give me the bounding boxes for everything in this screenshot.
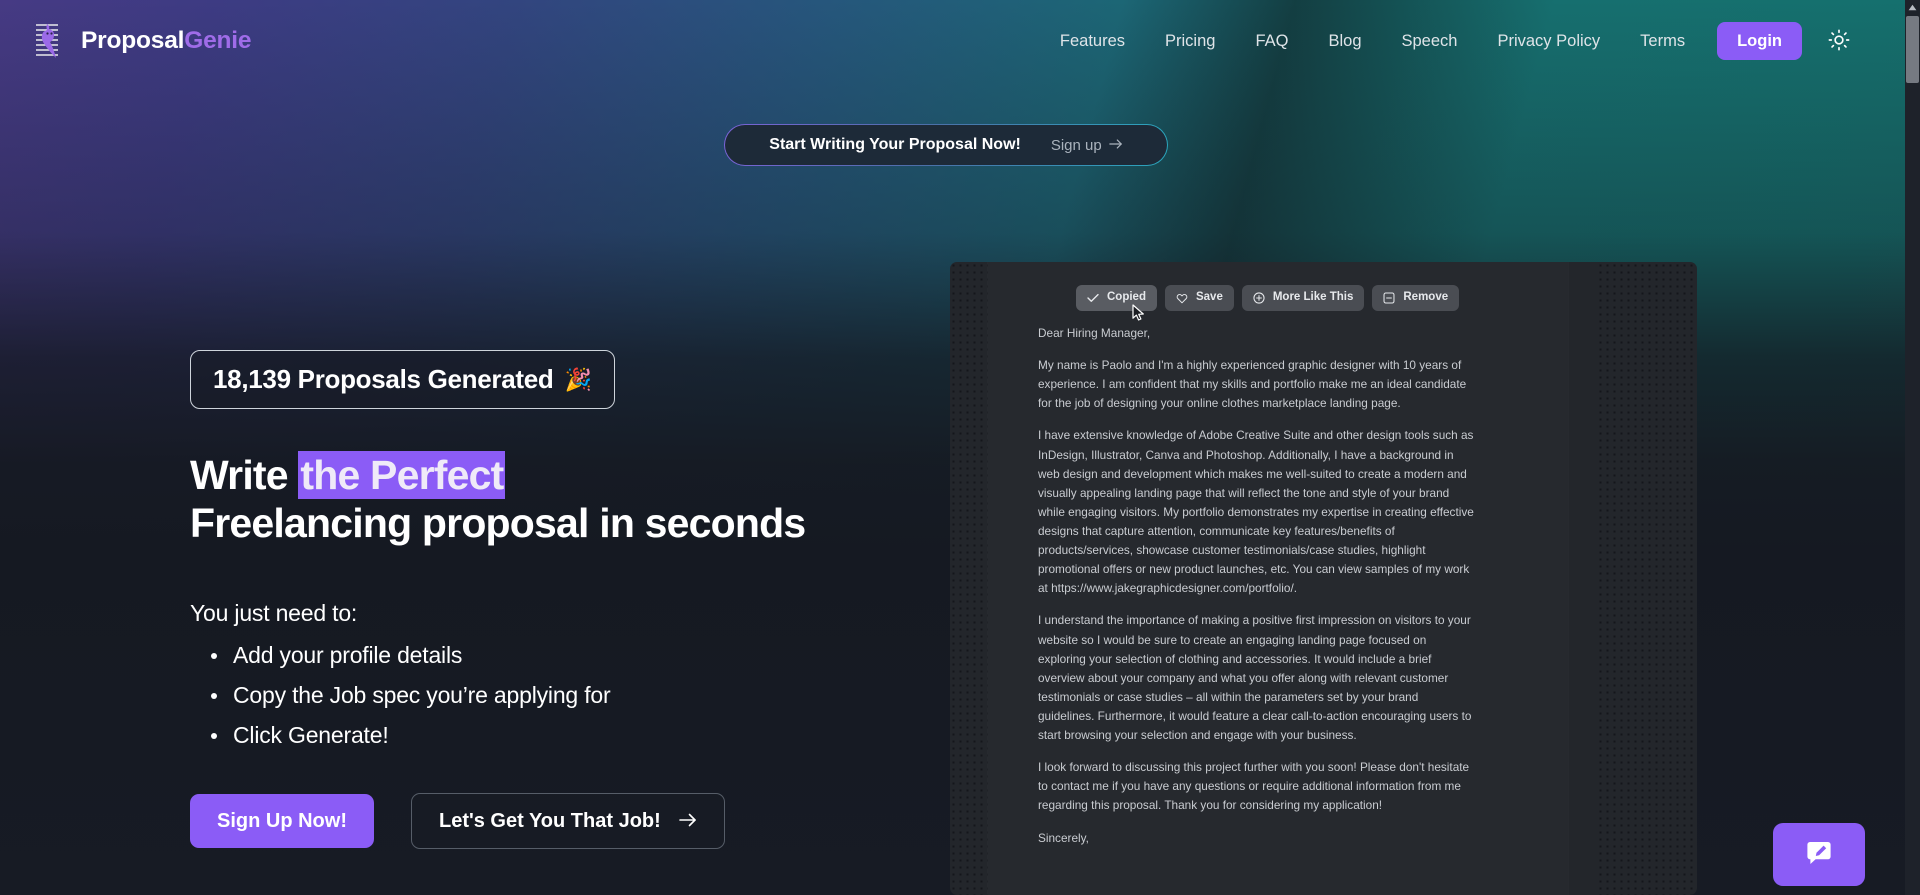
scrollbar-thumb[interactable] xyxy=(1906,16,1919,83)
get-you-that-job-label: Let's Get You That Job! xyxy=(438,809,661,832)
proposal-text-body: Dear Hiring Manager, My name is Paolo an… xyxy=(1038,324,1478,895)
sign-up-now-button[interactable]: Sign Up Now! xyxy=(190,793,374,848)
minus-square-icon xyxy=(1383,292,1395,304)
nav-link-privacy-policy[interactable]: Privacy Policy xyxy=(1477,25,1620,58)
announcement-banner[interactable]: Start Writing Your Proposal Now! Sign up xyxy=(724,124,1167,166)
proposal-paragraph: I have extensive knowledge of Adobe Crea… xyxy=(1038,428,1474,596)
nav-link-blog[interactable]: Blog xyxy=(1308,25,1381,58)
headline-plain: Write xyxy=(190,452,299,498)
party-popper-icon: 🎉 xyxy=(564,366,592,392)
chevron-up-icon[interactable] xyxy=(1905,0,1920,15)
announcement-title: Start Writing Your Proposal Now! xyxy=(769,136,1021,153)
cta-button-row: Sign Up Now! Let's Get You That Job! xyxy=(190,792,870,849)
get-you-that-job-button[interactable]: Let's Get You That Job! xyxy=(410,792,725,849)
remove-button-label: Remove xyxy=(1403,291,1449,304)
page-root: ProposalGenie Features Pricing FAQ Blog … xyxy=(0,0,1920,895)
nav-link-speech[interactable]: Speech xyxy=(1382,25,1478,58)
brand-name: ProposalGenie xyxy=(81,26,252,54)
headline-line-2: Freelancing proposal in seconds xyxy=(190,500,806,547)
proposal-paragraph: I understand the importance of making a … xyxy=(1038,613,1472,743)
announcement-bar-wrapper: Start Writing Your Proposal Now! Sign up xyxy=(0,124,1892,166)
dot-pattern-right xyxy=(1597,262,1697,895)
arrow-right-icon xyxy=(678,811,697,831)
site-header: ProposalGenie Features Pricing FAQ Blog … xyxy=(0,0,1892,82)
brand-logo[interactable]: ProposalGenie xyxy=(34,21,252,61)
chat-compose-icon xyxy=(1804,838,1834,871)
headline-highlight: the Perfect xyxy=(298,451,506,499)
proposal-preview-panel: Copied Save More Like This Remove Dear H… xyxy=(950,262,1697,895)
requirements-list: Add your profile details Copy the Job sp… xyxy=(190,640,870,751)
page-scrollbar[interactable] xyxy=(1905,0,1920,895)
proposals-generated-badge: 18,139 Proposals Generated 🎉 xyxy=(190,350,615,409)
nav-link-terms[interactable]: Terms xyxy=(1620,25,1705,58)
theme-toggle-button[interactable] xyxy=(1824,26,1854,56)
chat-widget-button[interactable] xyxy=(1773,823,1865,886)
plus-circle-icon xyxy=(1253,292,1265,304)
more-like-this-button-label: More Like This xyxy=(1272,291,1354,304)
requirements-heading: You just need to: xyxy=(190,599,358,626)
proposal-action-toolbar: Copied Save More Like This Remove xyxy=(1076,285,1460,311)
heart-icon xyxy=(1176,292,1188,304)
list-item: Add your profile details xyxy=(211,640,870,671)
arrow-right-icon xyxy=(1108,137,1123,154)
proposal-paragraph: Dear Hiring Manager, xyxy=(1038,326,1151,340)
brand-name-secondary: Genie xyxy=(184,26,252,54)
announcement-signup-label: Sign up xyxy=(1050,136,1102,154)
page-title: Write the Perfect Freelancing proposal i… xyxy=(190,451,870,548)
proposal-paragraph: My name is Paolo and I'm a highly experi… xyxy=(1038,358,1467,411)
genie-lamp-icon xyxy=(34,21,68,61)
nav-link-features[interactable]: Features xyxy=(1040,25,1145,58)
proposal-paragraph: I look forward to discussing this projec… xyxy=(1038,760,1470,813)
save-button-label: Save xyxy=(1195,291,1223,304)
list-item: Copy the Job spec you’re applying for xyxy=(211,680,870,711)
list-item: Click Generate! xyxy=(211,720,870,751)
sun-icon xyxy=(1828,29,1850,54)
hero-content: 18,139 Proposals Generated 🎉 Write the P… xyxy=(190,350,870,849)
nav-link-pricing[interactable]: Pricing xyxy=(1145,25,1235,58)
login-button[interactable]: Login xyxy=(1717,21,1802,61)
copied-button[interactable]: Copied xyxy=(1076,285,1157,311)
main-navigation: Features Pricing FAQ Blog Speech Privacy… xyxy=(1040,21,1858,61)
nav-link-faq[interactable]: FAQ xyxy=(1235,25,1308,58)
check-icon xyxy=(1087,292,1099,304)
remove-button[interactable]: Remove xyxy=(1372,285,1460,311)
save-button[interactable]: Save xyxy=(1164,285,1234,311)
proposals-generated-text: 18,139 Proposals Generated xyxy=(213,364,554,394)
more-like-this-button[interactable]: More Like This xyxy=(1241,285,1365,311)
copied-button-label: Copied xyxy=(1107,291,1146,304)
announcement-signup-link[interactable]: Sign up xyxy=(1051,137,1123,154)
proposal-paragraph: Sincerely, xyxy=(1038,830,1089,845)
brand-name-primary: Proposal xyxy=(81,26,185,54)
